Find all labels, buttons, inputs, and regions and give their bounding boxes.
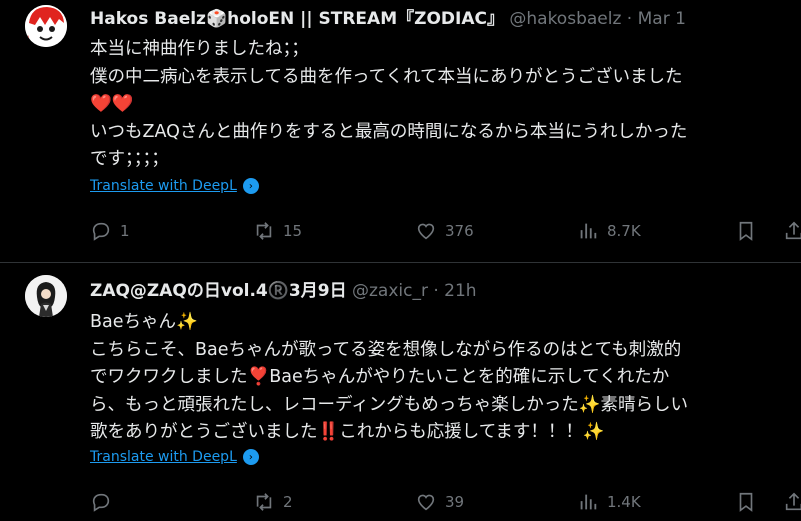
tweet-header: Hakos Baelz🎲holoEN || STREAM『ZODIAC』 @ha… [90,8,686,30]
translate-label[interactable]: Translate with DeepL [90,178,237,194]
reply-icon [92,493,110,512]
repost-icon [256,222,272,240]
tweet-line: 僕の中二病心を表示してる曲を作ってくれて本当にありがとうございました [90,66,683,87]
bookmark-icon [739,492,753,512]
tweet-line: 歌をありがとうございました‼️これからも応援してます！！！✨ [90,422,605,442]
timestamp[interactable]: 21h [444,281,476,301]
tweet-header: ZAQ@ZAQの日vol.4®️3月9日 @zaxic_r · 21h [90,280,477,302]
action-bar: 2 39 1.4K [90,491,801,515]
like-count: 39 [445,493,465,511]
tweet-text: Baeちゃん✨ こちらこそ、Baeちゃんが歌ってる姿を想像しながら作るのはとても… [90,309,789,447]
like-count: 376 [445,222,474,240]
tweet-line: いつもZAQさんと曲作りをすると最高の時間になるから本当にうれしかった [90,121,688,142]
share-button[interactable] [783,220,801,242]
separator: · [626,9,633,29]
tweet-hakos-baelz[interactable]: Hakos Baelz🎲holoEN || STREAM『ZODIAC』 @ha… [0,0,801,263]
tweet-line: ら、もっと頑張れたし、レコーディングもめっちゃ楽しかった✨素晴らしい [90,394,689,415]
avatar[interactable] [25,5,67,47]
like-button[interactable]: 376 [415,220,474,242]
tweet-line: でワクワクしました❣️Baeちゃんがやりたいことを的確に示してくれたか [90,367,670,387]
author-name[interactable]: Hakos Baelz🎲holoEN || STREAM『ZODIAC』 [90,9,504,29]
tweet-zaq[interactable]: ZAQ@ZAQの日vol.4®️3月9日 @zaxic_r · 21h Baeち… [0,263,801,521]
avatar[interactable] [25,275,67,317]
repost-count: 15 [283,222,303,240]
repost-icon [256,493,272,511]
separator: · [433,281,439,301]
action-bar: 1 15 376 8.7K [90,220,801,244]
bookmark-icon [739,221,753,241]
heart-icon [417,223,435,240]
tweet-text: 本当に神曲作りましたね；； 僕の中二病心を表示してる曲を作ってくれて本当にありが… [90,36,789,174]
translate-label[interactable]: Translate with DeepL [90,449,237,465]
translate-with-deepl-link[interactable]: Translate with DeepL › [90,178,259,194]
reply-button[interactable] [90,491,120,513]
reply-button[interactable]: 1 [90,220,130,242]
bookmark-button[interactable] [735,220,757,242]
view-count: 1.4K [607,493,641,511]
deepl-icon: › [242,178,259,194]
repost-count: 2 [283,493,293,511]
share-icon [785,221,801,240]
repost-button[interactable]: 2 [253,491,293,513]
tweet-line: 本当に神曲作りましたね；； [90,39,309,59]
views-button[interactable]: 1.4K [577,491,641,513]
author-handle[interactable]: @zaxic_r [352,281,428,301]
views-icon [580,223,597,239]
reply-count: 1 [120,222,130,240]
views-icon [580,494,597,510]
share-button[interactable] [783,491,801,513]
share-icon [785,492,801,511]
heart-icon [417,494,435,511]
tweet-line: ❤️❤️ [90,94,134,114]
avatar-image [25,5,67,47]
view-count: 8.7K [607,222,641,240]
tweet-line: です；；；； [90,149,169,169]
translate-with-deepl-link[interactable]: Translate with DeepL › [90,449,259,465]
views-button[interactable]: 8.7K [577,220,641,242]
avatar-image [25,275,67,317]
reply-icon [92,222,110,241]
like-button[interactable]: 39 [415,491,464,513]
timestamp[interactable]: Mar 1 [638,9,686,29]
tweet-line: Baeちゃん✨ [90,312,198,332]
author-handle[interactable]: @hakosbaelz [509,9,621,29]
tweet-line: こちらこそ、Baeちゃんが歌ってる姿を想像しながら作るのはとても刺激的 [90,339,682,360]
author-name[interactable]: ZAQ@ZAQの日vol.4®️3月9日 [90,281,347,301]
repost-button[interactable]: 15 [253,220,302,242]
deepl-icon: › [242,449,259,465]
bookmark-button[interactable] [735,491,757,513]
